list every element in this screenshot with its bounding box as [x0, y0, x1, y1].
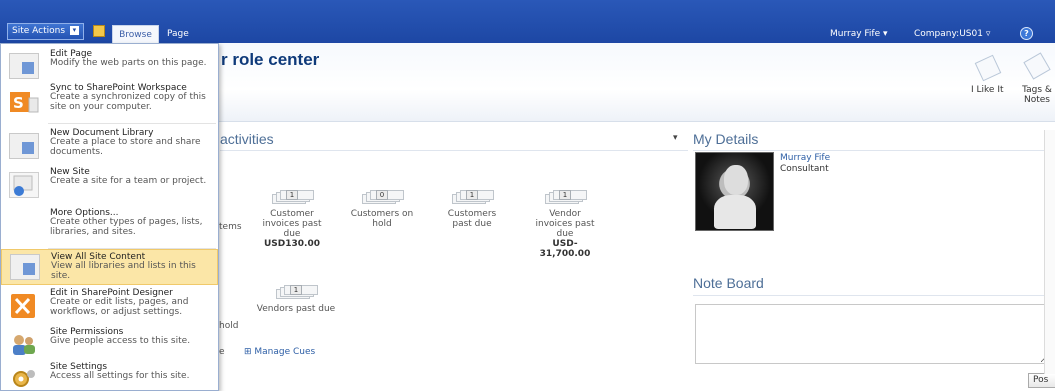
cue-customers-past-due[interactable]: 1 Customers past due — [437, 190, 507, 229]
note-board-title: Note Board — [693, 275, 764, 291]
expand-icon: ⊞ — [244, 347, 255, 357]
dropdown-arrow-icon: ▾ — [69, 26, 79, 35]
divider — [693, 295, 1048, 296]
cue-stack-icon: 1 — [274, 285, 318, 301]
menu-item-desc: Create other types of pages, lists, libr… — [50, 217, 203, 237]
cue-vendor-invoices[interactable]: 1 Vendor invoices past due USD-31,700.00 — [530, 190, 600, 259]
menu-item-edit-sharepoint-designer[interactable]: Edit in SharePoint Designer Create or ed… — [1, 288, 218, 326]
cue-count: 1 — [466, 190, 478, 200]
cue-label: Customers on hold — [350, 209, 414, 229]
help-icon[interactable]: ? — [1020, 27, 1033, 40]
menu-item-desc: Create or edit lists, pages, and workflo… — [50, 297, 189, 317]
partial-cue-label: tems — [219, 222, 242, 232]
document-library-icon — [9, 133, 39, 159]
company-label: Company:US01 — [914, 29, 983, 39]
cue-label: Vendors past due — [256, 304, 336, 314]
cue-label: Customer invoices past due — [262, 209, 322, 239]
menu-item-view-all-site-content[interactable]: View All Site Content View all libraries… — [1, 249, 218, 285]
menu-item-edit-page[interactable]: Edit Page Modify the web parts on this p… — [1, 49, 218, 82]
edit-page-icon — [9, 53, 39, 79]
cue-label: Vendor invoices past due — [535, 209, 595, 239]
cue-label: Customers past due — [447, 209, 497, 229]
menu-item-new-site[interactable]: New Site Create a site for a team or pro… — [1, 167, 218, 205]
menu-item-site-settings[interactable]: Site Settings Access all settings for th… — [1, 362, 218, 391]
menu-item-desc: Access all settings for this site. — [50, 371, 190, 381]
chevron-down-icon: ▿ — [985, 29, 991, 39]
site-actions-menu: Edit Page Modify the web parts on this p… — [0, 43, 219, 391]
sharepoint-role-center: Site Actions ▾ Browse Page Murray Fife ▾… — [0, 0, 1055, 391]
cue-customers-on-hold[interactable]: 0 Customers on hold — [347, 190, 417, 229]
profile-name-link[interactable]: Murray Fife — [780, 153, 830, 163]
chevron-down-icon: ▾ — [883, 29, 888, 39]
i-like-it-label[interactable]: I Like It — [971, 85, 1004, 95]
menu-item-desc: View all libraries and lists in this sit… — [51, 261, 196, 281]
cue-stack-icon: 1 — [543, 190, 587, 206]
profile-title: Consultant — [780, 164, 829, 174]
cue-count: 1 — [286, 190, 298, 200]
menu-item-desc: Create a site for a team or project. — [50, 176, 207, 186]
settings-icon — [9, 366, 39, 391]
svg-text:S: S — [13, 94, 24, 112]
cue-value: USD-31,700.00 — [539, 239, 591, 259]
activities-title: activities — [220, 131, 274, 147]
site-content-icon — [10, 254, 40, 280]
page-title: r role center — [221, 50, 320, 69]
cue-stack-icon: 1 — [450, 190, 494, 206]
company-selector[interactable]: Company:US01 ▿ — [914, 29, 990, 39]
menu-item-desc: Give people access to this site. — [50, 336, 191, 346]
tags-notes-label[interactable]: Tags & Notes — [1020, 85, 1054, 105]
menu-item-desc: Create a place to store and share docume… — [50, 137, 201, 157]
partial-cue-label: hold — [219, 321, 239, 331]
menu-item-site-permissions[interactable]: Site Permissions Give people access to t… — [1, 327, 218, 362]
avatar — [695, 152, 774, 231]
site-actions-button[interactable]: Site Actions ▾ — [7, 23, 84, 40]
tab-browse[interactable]: Browse — [112, 25, 159, 43]
site-actions-label: Site Actions — [12, 26, 66, 36]
cue-count: 1 — [290, 285, 302, 295]
cue-value: USD130.00 — [264, 239, 320, 249]
menu-item-sync-workspace[interactable]: S Sync to SharePoint Workspace Create a … — [1, 83, 218, 121]
menu-item-desc: Create a synchronized copy of this site … — [50, 92, 206, 112]
post-button[interactable]: Pos — [1028, 373, 1055, 388]
my-details-title: My Details — [693, 131, 759, 147]
menu-item-desc: Modify the web parts on this page. — [50, 58, 207, 68]
cue-count: 1 — [559, 190, 571, 200]
cue-vendors-past-due[interactable]: 1 Vendors past due — [248, 285, 344, 314]
user-menu[interactable]: Murray Fife ▾ — [830, 29, 888, 39]
cue-stack-icon: 1 — [270, 190, 314, 206]
divider — [220, 150, 688, 151]
menu-item-more-options[interactable]: More Options... Create other types of pa… — [1, 208, 218, 246]
tab-page[interactable]: Page — [167, 25, 189, 43]
navigate-up-icon[interactable] — [93, 25, 105, 37]
new-site-icon — [9, 172, 39, 198]
manage-cues-link[interactable]: ⊞ Manage Cues — [244, 347, 315, 357]
menu-separator — [48, 123, 216, 124]
scrollbar[interactable] — [1044, 130, 1055, 374]
cue-count: 0 — [376, 190, 388, 200]
cue-customer-invoices[interactable]: 1 Customer invoices past due USD130.00 — [257, 190, 327, 249]
permissions-icon — [9, 331, 39, 357]
designer-icon — [9, 293, 39, 319]
user-name-label: Murray Fife — [830, 29, 881, 39]
sync-icon: S — [9, 89, 39, 115]
divider — [693, 150, 1048, 151]
ribbon-top-bar: Site Actions ▾ Browse Page Murray Fife ▾… — [0, 0, 1055, 43]
note-board-input[interactable] — [695, 304, 1050, 364]
webpart-menu-icon[interactable]: ▾ — [673, 133, 678, 143]
cue-stack-icon: 0 — [360, 190, 404, 206]
manage-cues-label: Manage Cues — [254, 347, 316, 357]
menu-item-new-document-library[interactable]: New Document Library Create a place to s… — [1, 128, 218, 165]
partial-cue-label: e — [219, 347, 225, 357]
